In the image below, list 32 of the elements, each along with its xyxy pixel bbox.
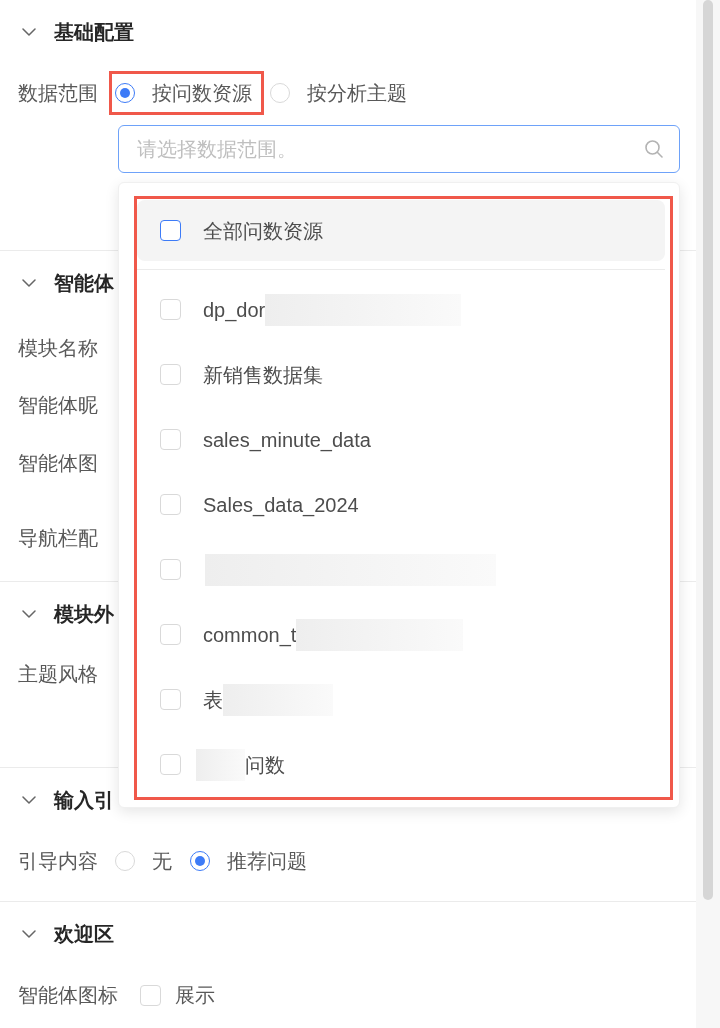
scrollbar-thumb[interactable]	[703, 0, 713, 900]
field-label: 智能体图	[18, 451, 98, 476]
radio-option[interactable]: 按分析主题	[270, 79, 407, 107]
radio-option[interactable]: 推荐问题	[190, 847, 307, 875]
dropdown-option[interactable]: sales_minute_data	[137, 407, 670, 472]
search-icon[interactable]	[645, 140, 663, 158]
dropdown-option[interactable]: 问数	[137, 732, 670, 797]
radio-option[interactable]: 无	[115, 847, 172, 875]
dropdown-option[interactable]: 表	[137, 667, 670, 732]
field-label: 主题风格	[18, 662, 98, 687]
field-label: 导航栏配	[18, 525, 98, 551]
dropdown-option[interactable]: Sales_data_2024	[137, 472, 670, 537]
section-header[interactable]: 欢迎区	[0, 902, 114, 966]
field-label: 智能体图标	[18, 983, 118, 1008]
radio-icon[interactable]	[115, 83, 135, 103]
search-field[interactable]: 请选择数据范围。	[118, 125, 680, 173]
section-header[interactable]: 基础配置	[0, 0, 134, 64]
field-label: 数据范围	[18, 81, 98, 106]
field-label: 引导内容	[18, 849, 98, 874]
field-label: 智能体昵	[18, 392, 98, 418]
dropdown-option[interactable]: dp_dor	[137, 277, 670, 342]
dropdown-option[interactable]: 全部问数资源	[137, 200, 665, 261]
radio-option[interactable]: 按问数资源	[115, 79, 252, 107]
section-header[interactable]: 智能体	[0, 251, 114, 315]
checkbox-option[interactable]: 展示	[140, 981, 215, 1009]
section-header[interactable]: 输入引	[0, 768, 114, 832]
radio-icon[interactable]	[190, 851, 210, 871]
dropdown-option[interactable]: 新销售数据集	[137, 342, 670, 407]
checkbox-icon[interactable]	[160, 220, 181, 241]
dropdown-option[interactable]: common_t	[137, 602, 670, 667]
section-header[interactable]: 模块外	[0, 582, 114, 646]
field-label: 模块名称	[18, 335, 98, 361]
